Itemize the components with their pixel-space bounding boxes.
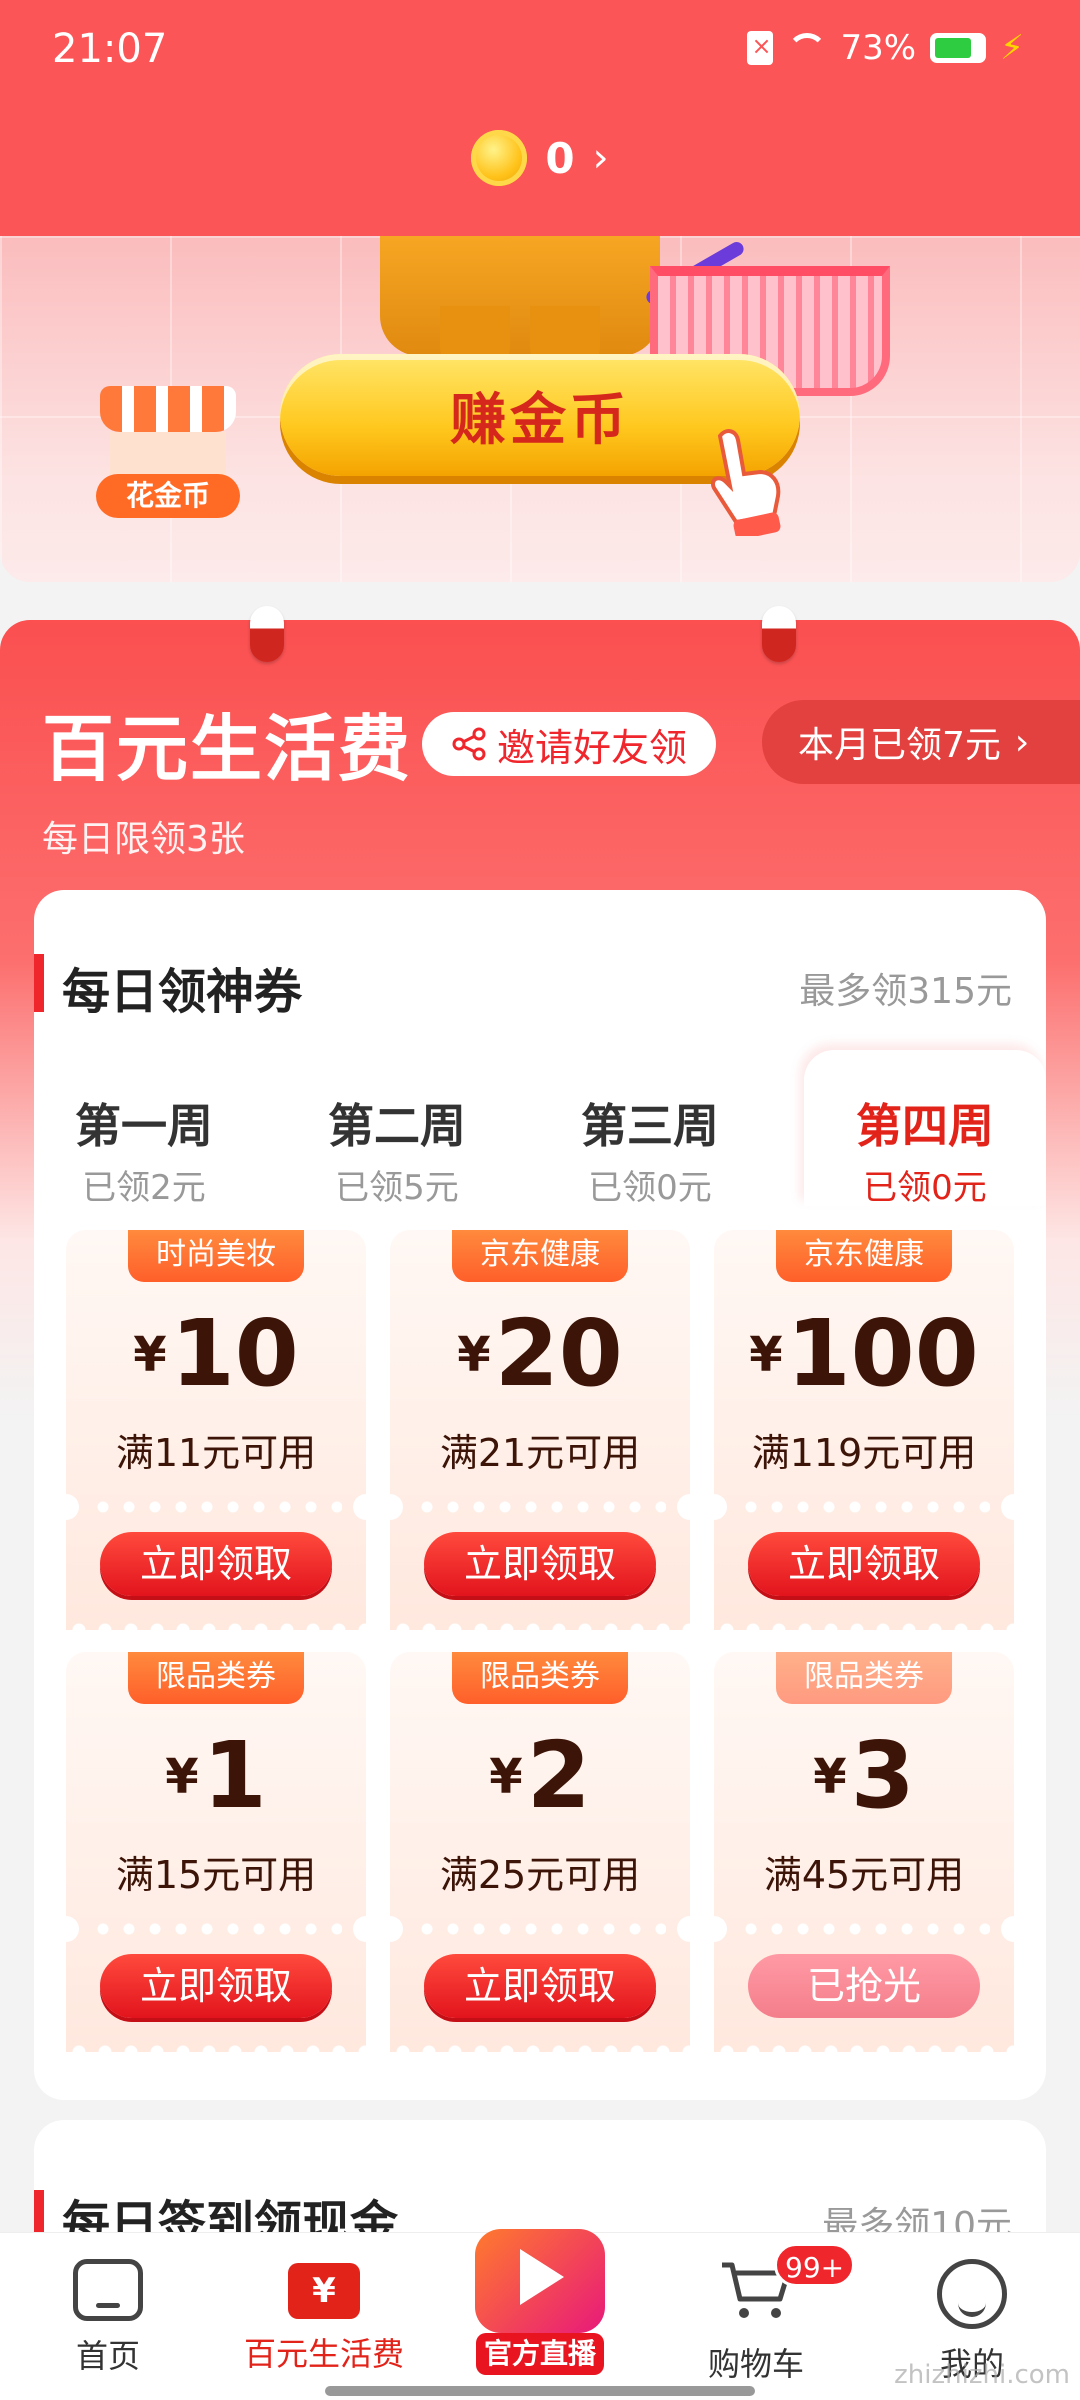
bottom-nav: 首页 ¥ 百元生活费 官方直播 购物车 99+ 我的 zhizhizhi.com (0, 2229, 1080, 2400)
month-claimed-label: 本月已领7元 (798, 725, 1001, 766)
nav-home-label: 首页 (75, 2337, 140, 2375)
coupon-category-tag: 限品类券 (128, 1652, 304, 1704)
status-time: 21:07 (52, 26, 168, 72)
invite-friends-button[interactable]: 邀请好友领 (422, 712, 716, 776)
home-indicator[interactable] (325, 2386, 755, 2396)
coupon-amount: ¥3 (813, 1722, 915, 1829)
coupon-category-tag: 时尚美妆 (128, 1230, 304, 1282)
live-play-icon (475, 2229, 605, 2333)
top-header: 21:07 73% ⚡ 0 › (0, 0, 1080, 236)
coupon-condition: 满15元可用 (115, 1853, 317, 1897)
panel-title: 百元生活费 (42, 707, 413, 791)
spend-coins-label: 花金币 (96, 474, 240, 518)
shop-icon[interactable]: 花金币 (96, 386, 240, 518)
battery-percent: 73% (840, 28, 917, 68)
claim-coupon-button[interactable]: 立即领取 (424, 1954, 656, 2018)
claim-coupon-button[interactable]: 立即领取 (748, 1532, 980, 1596)
coupon-condition: 满45元可用 (763, 1853, 965, 1897)
daily-limit-text: 每日限领3张 (42, 819, 245, 860)
coupon-condition: 满11元可用 (115, 1431, 317, 1475)
nav-life-label: 百元生活费 (243, 2335, 404, 2373)
week-tabs: 第一周 已领2元 第二周 已领5元 第三周 已领0元 第四周 已领0元 (34, 1050, 1046, 1208)
share-icon (452, 727, 486, 761)
coupon-card: 限品类券 ¥2 满25元可用 立即领取 (390, 1652, 690, 2052)
sold-out-button: 已抢光 (748, 1954, 980, 2018)
wifi-icon (786, 33, 827, 63)
coupon-amount: ¥10 (133, 1300, 299, 1407)
battery-icon (930, 33, 987, 63)
coin-icon (471, 130, 528, 186)
coupon-amount: ¥1 (165, 1722, 267, 1829)
coupon-card: 京东健康 ¥20 满21元可用 立即领取 (390, 1230, 690, 1630)
coupon-category-tag: 限品类券 (452, 1652, 628, 1704)
pointing-hand-icon (711, 429, 781, 536)
nav-cart-label: 购物车 (707, 2345, 804, 2383)
coupon-condition: 满25元可用 (439, 1853, 641, 1897)
claim-coupon-button[interactable]: 立即领取 (100, 1532, 332, 1596)
coupon-category-tag: 限品类券 (776, 1652, 952, 1704)
tab-week-2[interactable]: 第二周 已领5元 (287, 1050, 507, 1208)
chevron-right-icon: › (1014, 721, 1030, 763)
ticket-icon: ¥ (288, 2263, 360, 2319)
coupon-card: 限品类券 ¥3 满45元可用 已抢光 (714, 1652, 1014, 2052)
coin-count: 0 (545, 133, 575, 183)
coupon-card: 时尚美妆 ¥10 满11元可用 立即领取 (66, 1230, 366, 1630)
coupon-amount: ¥2 (489, 1722, 591, 1829)
no-sim-icon (746, 31, 773, 65)
status-icons: 73% ⚡ (746, 28, 1024, 68)
nav-living-allowance[interactable]: ¥ 百元生活费 (216, 2259, 432, 2375)
tab-week-4[interactable]: 第四周 已领0元 (804, 1050, 1046, 1208)
coupon-amount: ¥20 (457, 1300, 623, 1407)
month-claimed-button[interactable]: 本月已领7元 › (762, 700, 1080, 784)
section-title: 每日领神券 (62, 964, 303, 1020)
coupon-amount: ¥100 (749, 1300, 979, 1407)
daily-checkin-card: 每日签到领现金 最多领10元 (34, 2120, 1046, 2240)
claim-coupon-button[interactable]: 立即领取 (424, 1532, 656, 1596)
watermark: zhizhizhi.com (894, 2360, 1070, 2390)
coupon-condition: 满21元可用 (439, 1431, 641, 1475)
claim-coupon-button[interactable]: 立即领取 (100, 1954, 332, 2018)
nav-home[interactable]: 首页 (0, 2259, 216, 2377)
coupon-category-tag: 京东健康 (776, 1230, 952, 1282)
cart-count-badge: 99+ (774, 2243, 856, 2287)
chevron-right-icon: › (592, 135, 609, 181)
living-allowance-panel: 百元生活费 邀请好友领 本月已领7元 › 每日限领3张 每日领神券 最多领315… (0, 606, 1080, 2240)
coin-balance[interactable]: 0 › (0, 130, 1080, 186)
coupon-card: 京东健康 ¥100 满119元可用 立即领取 (714, 1230, 1014, 1630)
nav-live[interactable] (432, 2229, 648, 2333)
invite-label: 邀请好友领 (496, 725, 687, 770)
home-icon (73, 2259, 143, 2321)
pin-decoration (250, 606, 284, 662)
coupon-category-tag: 京东健康 (452, 1230, 628, 1282)
charging-icon: ⚡ (1000, 28, 1024, 68)
tab-week-3[interactable]: 第三周 已领0元 (540, 1050, 760, 1208)
nav-live-label: 官方直播 (476, 2333, 604, 2375)
tab-week-1[interactable]: 第一周 已领2元 (34, 1050, 254, 1208)
pin-decoration (762, 606, 796, 662)
mascot-image (380, 236, 660, 376)
coupon-card: 限品类券 ¥1 满15元可用 立即领取 (66, 1652, 366, 2052)
smiley-icon (937, 2259, 1007, 2329)
section-max-amount: 最多领315元 (799, 971, 1012, 1012)
daily-coupons-card: 每日领神券 最多领315元 第一周 已领2元 第二周 已领5元 第三周 已领0元… (34, 890, 1046, 2100)
coupon-condition: 满119元可用 (751, 1431, 977, 1475)
coin-banner: 花金币 赚金币 (0, 236, 1080, 582)
